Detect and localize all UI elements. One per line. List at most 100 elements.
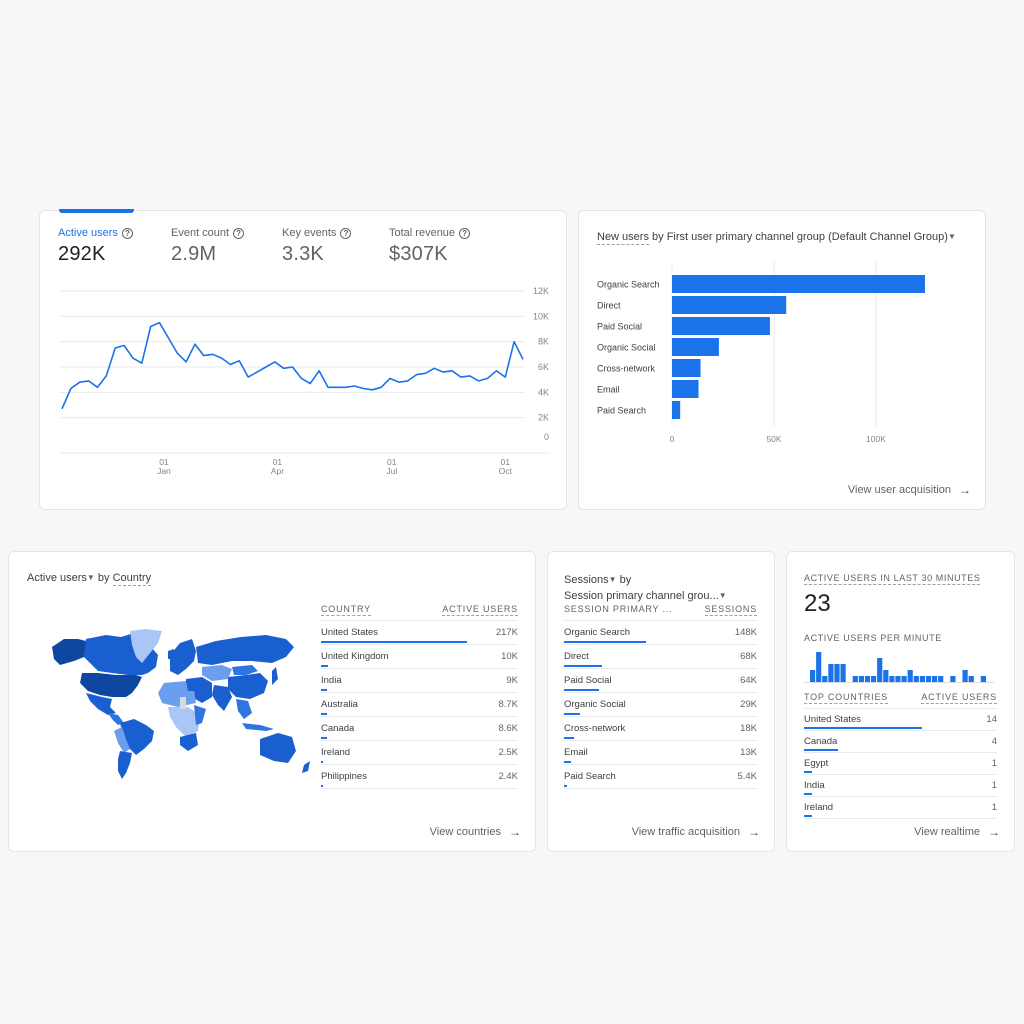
bar-paid-social[interactable] <box>672 317 770 335</box>
data-point[interactable] <box>370 387 375 392</box>
view-realtime-link[interactable]: View realtime → <box>914 825 1000 839</box>
map-region-uk[interactable] <box>168 649 174 659</box>
data-point[interactable] <box>423 371 428 376</box>
active-users-per-minute-chart[interactable] <box>804 648 999 684</box>
table-row[interactable]: Egypt 1 <box>804 753 997 775</box>
table-row[interactable]: Organic Search 148K <box>564 621 757 645</box>
new-users-bar-chart[interactable]: 0 50K 100K Organic Search Direct Paid Social O… <box>579 261 987 461</box>
bar-organic-social[interactable] <box>672 338 719 356</box>
data-point[interactable] <box>467 373 472 378</box>
minute-bar[interactable] <box>901 676 907 682</box>
metric-tab-active-users[interactable]: Active users? 292K <box>58 227 133 266</box>
table-row[interactable]: Email 13K <box>564 741 757 765</box>
data-point[interactable] <box>246 375 251 380</box>
column-header-active-users[interactable]: ACTIVE USERS <box>442 604 518 616</box>
minute-bar[interactable] <box>816 652 822 682</box>
table-row[interactable]: United States 217K <box>321 621 518 645</box>
data-point[interactable] <box>68 386 73 391</box>
table-row[interactable]: Ireland 2.5K <box>321 741 518 765</box>
data-point[interactable] <box>317 368 322 373</box>
table-row[interactable]: Paid Social 64K <box>564 669 757 693</box>
map-region-south-africa[interactable] <box>180 733 198 751</box>
data-point[interactable] <box>414 372 419 377</box>
data-point[interactable] <box>237 358 242 363</box>
minute-bar[interactable] <box>919 676 925 682</box>
minute-bar[interactable] <box>810 670 816 682</box>
metric-selector[interactable]: New users <box>597 231 649 245</box>
data-point[interactable] <box>60 406 65 411</box>
data-point[interactable] <box>343 385 348 390</box>
map-region-chad[interactable] <box>180 697 186 709</box>
table-row[interactable]: Philippines 2.4K <box>321 765 518 789</box>
minute-bar[interactable] <box>968 676 974 682</box>
help-icon[interactable]: ? <box>233 227 245 239</box>
bar-email[interactable] <box>672 380 699 398</box>
metric-tab-total-revenue[interactable]: Total revenue? $307K <box>389 227 471 266</box>
data-point[interactable] <box>476 378 481 383</box>
minute-bar[interactable] <box>980 676 986 682</box>
map-region-united-states[interactable] <box>80 673 142 697</box>
caret-down-icon[interactable]: ▼ <box>948 232 956 241</box>
metric-tab-key-events[interactable]: Key events? 3.3K <box>282 227 352 266</box>
data-point[interactable] <box>86 378 91 383</box>
data-point[interactable] <box>122 343 127 348</box>
data-point[interactable] <box>157 320 162 325</box>
data-point[interactable] <box>432 366 437 371</box>
data-point[interactable] <box>210 352 215 357</box>
table-row[interactable]: India 1 <box>804 775 997 797</box>
table-row[interactable]: Ireland 1 <box>804 797 997 819</box>
table-row[interactable]: Australia 8.7K <box>321 693 518 717</box>
data-point[interactable] <box>458 375 463 380</box>
data-point[interactable] <box>485 376 490 381</box>
data-point[interactable] <box>325 385 330 390</box>
column-header-top-countries[interactable]: TOP COUNTRIES <box>804 692 889 704</box>
map-region-russia[interactable] <box>196 635 294 665</box>
data-point[interactable] <box>512 339 517 344</box>
data-point[interactable] <box>299 376 304 381</box>
view-countries-link[interactable]: View countries → <box>430 825 521 839</box>
minute-bar[interactable] <box>962 670 968 682</box>
minute-bar[interactable] <box>828 664 834 682</box>
dimension-selector[interactable]: Country <box>112 572 152 586</box>
minute-bar[interactable] <box>858 676 864 682</box>
active-users-line-chart[interactable]: 02K4K6K8K10K12K01Jan01Apr01Jul01Oct <box>40 281 568 551</box>
data-point[interactable] <box>290 365 295 370</box>
map-region-argentina-chile[interactable] <box>118 751 132 779</box>
map-region-southeast-asia[interactable] <box>236 699 252 719</box>
data-point[interactable] <box>104 373 109 378</box>
minute-bar[interactable] <box>925 676 932 682</box>
view-traffic-acquisition-link[interactable]: View traffic acquisition → <box>632 825 760 839</box>
map-region-kazakhstan[interactable] <box>202 665 232 681</box>
column-header-channel[interactable]: SESSION PRIMARY ... <box>564 604 672 616</box>
realtime-title[interactable]: ACTIVE USERS IN LAST 30 MINUTES <box>804 573 981 585</box>
table-row[interactable]: Canada 8.6K <box>321 717 518 741</box>
data-point[interactable] <box>441 370 446 375</box>
data-point[interactable] <box>521 357 526 362</box>
bar-organic-search[interactable] <box>672 275 925 293</box>
data-point[interactable] <box>281 366 286 371</box>
minute-bar[interactable] <box>871 676 877 682</box>
data-point[interactable] <box>192 342 197 347</box>
caret-down-icon[interactable]: ▼ <box>87 573 95 582</box>
data-point[interactable] <box>503 375 508 380</box>
data-point[interactable] <box>334 385 339 390</box>
help-icon[interactable]: ? <box>459 227 471 239</box>
data-point[interactable] <box>228 362 233 367</box>
column-header-active-users[interactable]: ACTIVE USERS <box>921 692 997 704</box>
bar-direct[interactable] <box>672 296 787 314</box>
metric-tab-event-count[interactable]: Event count? 2.9M <box>171 227 245 266</box>
bar-cross-network[interactable] <box>672 359 701 377</box>
data-point[interactable] <box>175 351 180 356</box>
table-row[interactable]: Direct 68K <box>564 645 757 669</box>
minute-bar[interactable] <box>883 670 889 682</box>
table-row[interactable]: Canada 4 <box>804 731 997 753</box>
minute-bar[interactable] <box>932 676 938 682</box>
data-point[interactable] <box>113 346 118 351</box>
map-region-japan[interactable] <box>272 667 278 685</box>
data-point[interactable] <box>184 359 189 364</box>
metric-selector[interactable]: Active users <box>27 572 87 584</box>
minute-bar[interactable] <box>889 676 895 682</box>
bar-paid-search[interactable] <box>672 401 681 419</box>
data-point[interactable] <box>130 356 135 361</box>
minute-bar[interactable] <box>822 676 828 682</box>
